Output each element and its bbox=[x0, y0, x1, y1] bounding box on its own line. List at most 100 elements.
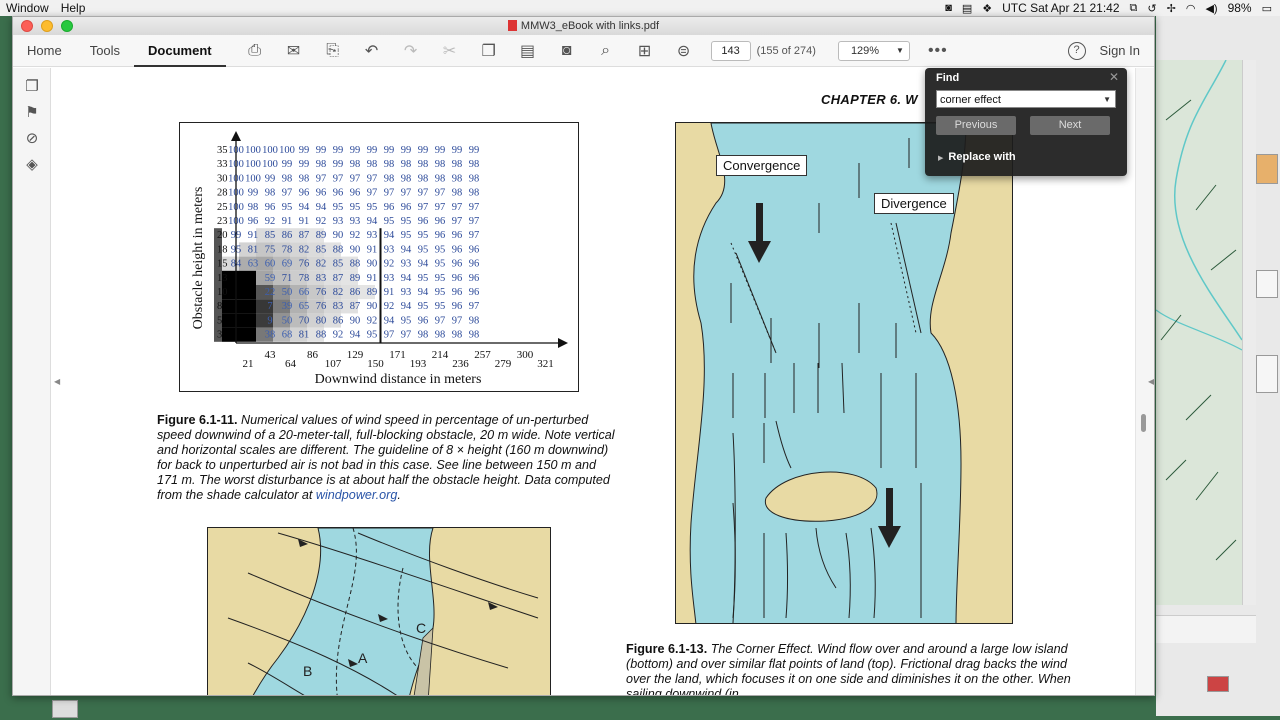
heat-value: 90 bbox=[350, 315, 361, 326]
heat-value: 91 bbox=[367, 244, 378, 255]
heat-value: 68 bbox=[282, 330, 293, 341]
tab-tools[interactable]: Tools bbox=[76, 35, 134, 67]
desktop-file-icon[interactable] bbox=[1207, 676, 1229, 692]
dropbox-icon[interactable]: ❖ bbox=[982, 2, 992, 15]
scroll-mode-icon[interactable]: ⊜ bbox=[671, 41, 697, 61]
tab-document[interactable]: Document bbox=[134, 35, 226, 67]
desktop-file-icon[interactable] bbox=[1256, 355, 1278, 393]
battery-percent[interactable]: 98% bbox=[1228, 1, 1252, 15]
x-tick-label-lower: 21 bbox=[243, 358, 254, 370]
zoom-window-button[interactable] bbox=[61, 20, 73, 32]
heat-value: 95 bbox=[418, 244, 429, 255]
heat-value: 38 bbox=[265, 330, 276, 341]
collapse-left-icon[interactable]: ◀ bbox=[54, 377, 60, 386]
menu-window[interactable]: Window bbox=[0, 1, 55, 15]
page-thumbnails-icon[interactable]: ❐ bbox=[13, 74, 51, 100]
redo-icon[interactable]: ↷ bbox=[398, 41, 424, 61]
windpower-link[interactable]: windpower.org bbox=[316, 488, 397, 502]
heat-value: 94 bbox=[401, 273, 412, 284]
heat-cell bbox=[239, 313, 256, 328]
x-tick-label-upper: 214 bbox=[432, 349, 449, 361]
heat-cell bbox=[239, 285, 256, 300]
region-label-c: C bbox=[416, 620, 426, 636]
undo-icon[interactable]: ↶ bbox=[359, 41, 385, 61]
heat-value: 95 bbox=[435, 287, 446, 298]
bluetooth-icon[interactable]: ✢ bbox=[1167, 2, 1176, 15]
print-icon[interactable]: ⎙ bbox=[242, 42, 268, 60]
time-machine-icon[interactable]: ↺ bbox=[1147, 2, 1156, 15]
heat-value: 96 bbox=[452, 230, 463, 241]
help-icon[interactable]: ? bbox=[1067, 41, 1086, 60]
collapse-right-icon[interactable]: ◀ bbox=[1148, 377, 1154, 386]
desktop-file-icon[interactable] bbox=[1256, 270, 1278, 298]
email-icon[interactable]: ✉ bbox=[281, 41, 307, 61]
snapshot-icon[interactable]: ◙ bbox=[554, 42, 580, 60]
heat-value: 96 bbox=[435, 216, 446, 227]
zoom-select[interactable]: 129% ▼ bbox=[837, 40, 910, 61]
scrollbar-thumb[interactable] bbox=[1141, 414, 1146, 432]
heat-value: 92 bbox=[384, 259, 395, 270]
close-window-button[interactable] bbox=[21, 20, 33, 32]
desktop-file-icon[interactable] bbox=[52, 700, 78, 718]
attachment-icon[interactable]: ⊘ bbox=[13, 126, 51, 152]
heat-value: 97 bbox=[452, 315, 463, 326]
clock-utc[interactable]: UTC Sat Apr 21 21:42 bbox=[1002, 1, 1119, 15]
cut-icon[interactable]: ✂ bbox=[437, 41, 463, 61]
search-icon[interactable]: ⌕ bbox=[593, 42, 619, 60]
x-tick-label-upper: 86 bbox=[307, 349, 319, 361]
y-tick-label: 25 bbox=[217, 202, 228, 213]
find-next-button[interactable]: Next bbox=[1030, 116, 1110, 135]
heat-value: 99 bbox=[299, 145, 310, 156]
y-tick-label: 18 bbox=[217, 244, 228, 255]
page-number-input[interactable]: 143 bbox=[710, 40, 751, 61]
sign-in-link[interactable]: Sign In bbox=[1100, 43, 1140, 58]
heat-value: 97 bbox=[418, 188, 429, 199]
heat-value: 95 bbox=[418, 301, 429, 312]
find-input[interactable]: corner effect ▼ bbox=[936, 90, 1116, 108]
wifi-icon[interactable]: ◠ bbox=[1186, 2, 1196, 15]
heat-value: 92 bbox=[350, 230, 361, 241]
heat-value: 99 bbox=[367, 145, 378, 156]
more-options-icon[interactable]: ••• bbox=[928, 42, 948, 60]
heat-value: 95 bbox=[435, 244, 446, 255]
clipboard-icon[interactable]: ▤ bbox=[515, 41, 541, 61]
battery-icon[interactable]: ▭ bbox=[1262, 2, 1272, 15]
chevron-down-icon[interactable]: ▼ bbox=[1103, 91, 1111, 109]
minimize-window-button[interactable] bbox=[41, 20, 53, 32]
heat-value: 90 bbox=[333, 230, 344, 241]
heat-value: 95 bbox=[401, 230, 412, 241]
background-footer bbox=[1156, 615, 1256, 643]
layers-icon[interactable]: ◈ bbox=[13, 152, 51, 178]
presenter-icon[interactable]: ▤ bbox=[962, 2, 972, 15]
toolbar-tools: ⎙ ✉ ⎘ ↶ ↷ ✂ ❐ ▤ ◙ ⌕ ⊞ ⊜ bbox=[242, 41, 697, 61]
close-icon[interactable]: ✕ bbox=[1109, 70, 1119, 84]
replace-with-toggle[interactable]: ▶ Replace with bbox=[938, 151, 1016, 163]
desktop-file-icon[interactable] bbox=[1256, 154, 1278, 184]
volume-icon[interactable]: ◀) bbox=[1205, 2, 1217, 15]
screen-record-icon[interactable]: ◙ bbox=[945, 2, 952, 14]
convergence-label: Convergence bbox=[716, 155, 808, 176]
heat-value: 81 bbox=[248, 244, 259, 255]
save-icon[interactable]: ⎘ bbox=[320, 42, 346, 60]
heat-value: 98 bbox=[350, 159, 361, 170]
copy-icon[interactable]: ❐ bbox=[476, 41, 502, 61]
heat-value: 86 bbox=[333, 315, 344, 326]
heat-value: 98 bbox=[384, 159, 395, 170]
heat-value: 97 bbox=[435, 202, 446, 213]
tab-home[interactable]: Home bbox=[13, 35, 76, 67]
heat-value: 98 bbox=[469, 315, 480, 326]
heat-value: 99 bbox=[452, 145, 463, 156]
menu-help[interactable]: Help bbox=[55, 1, 92, 15]
heat-value: 76 bbox=[316, 287, 327, 298]
display-icon[interactable]: ⧉ bbox=[1130, 2, 1138, 15]
heat-value: 80 bbox=[316, 315, 327, 326]
find-previous-button[interactable]: Previous bbox=[936, 116, 1016, 135]
heat-value: 97 bbox=[469, 230, 480, 241]
menu-bar: Window Help ◙ ▤ ❖ UTC Sat Apr 21 21:42 ⧉… bbox=[0, 0, 1280, 16]
heat-value: 98 bbox=[367, 159, 378, 170]
heat-value: 98 bbox=[469, 173, 480, 184]
bookmark-icon[interactable]: ⚑ bbox=[13, 100, 51, 126]
y-axis-title: Obstacle height in meters bbox=[191, 187, 206, 330]
binoculars-icon[interactable]: ⊞ bbox=[632, 41, 658, 61]
heat-value: 97 bbox=[367, 173, 378, 184]
